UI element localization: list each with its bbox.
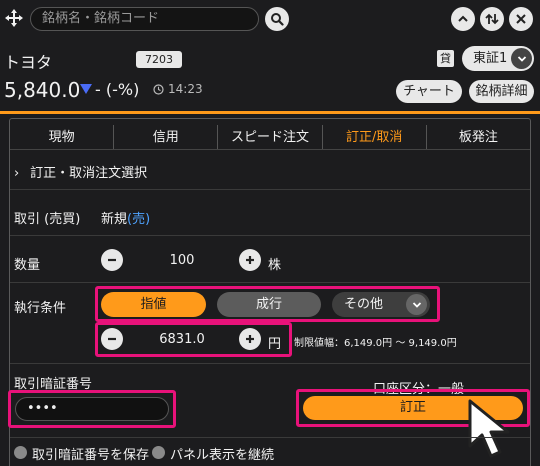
order-select-toggle[interactable]: › 訂正・取消注文選択 [14,162,147,181]
chart-button[interactable]: チャート [396,80,462,103]
trade-value: 新規(売) [101,208,150,227]
market-order-option[interactable]: 成行 [217,292,321,317]
price-range: 制限値幅：6,149.0円 〜 9,149.0円 [294,338,457,349]
tab-board-order[interactable]: 板発注 [427,125,530,149]
chevron-right-icon: › [14,166,20,181]
cursor-pointer-icon [468,399,510,458]
divider [10,282,530,283]
divider [10,235,530,236]
minus-icon [108,337,116,341]
quantity-decrement-button[interactable] [101,249,123,271]
stock-code-badge: 7203 [136,51,182,68]
save-password-radio[interactable] [14,446,27,459]
condition-dropdown-button[interactable] [406,294,427,315]
update-time: 14:23 [168,82,203,96]
divider [10,189,530,190]
swap-arrows-icon [485,13,499,25]
keep-panel-label: パネル表示を継続 [170,448,275,463]
quantity-unit: 株 [268,258,282,273]
tab-genbutsu[interactable]: 現物 [10,125,115,149]
trade-type: 新規 [101,212,128,227]
limit-order-option[interactable]: 指値 [101,292,206,317]
section-title: 訂正・取消注文選択 [30,166,148,181]
quantity-label: 数量 [14,258,41,273]
chevron-down-icon [517,55,526,62]
price-increment-button[interactable] [239,328,261,350]
save-password-label: 取引暗証番号を保存 [32,448,150,463]
market-dropdown-button[interactable] [511,48,532,69]
search-icon [271,13,284,26]
trade-side: (売) [127,212,151,227]
tab-speed-order[interactable]: スピード注文 [218,125,323,149]
trade-label: 取引 (売買) [14,212,81,227]
quantity-increment-button[interactable] [239,249,261,271]
divider [10,437,530,438]
clock-icon [153,84,164,95]
tab-shinyo[interactable]: 信用 [114,125,219,149]
current-price: 5,840.0 [4,78,81,102]
password-input[interactable]: •••• [15,397,169,421]
price-decrement-button[interactable] [101,328,123,350]
accent-rule [0,111,540,114]
price-unit: 円 [268,337,282,352]
quantity-input[interactable]: 100 [128,253,236,268]
price-change: - (-%) [95,80,140,99]
keep-panel-radio[interactable] [152,446,165,459]
search-button[interactable] [265,7,289,31]
swap-button[interactable] [480,7,504,31]
move-icon[interactable] [4,8,24,28]
limit-price-input[interactable]: 6831.0 [128,332,236,347]
tab-correct-cancel[interactable]: 訂正/取消 [323,125,427,149]
chevron-up-icon [458,15,468,22]
divider [10,363,530,364]
plus-icon [246,256,254,264]
close-button[interactable] [509,7,533,31]
close-icon [516,14,526,24]
order-tabs: 現物 信用 スピード注文 訂正/取消 板発注 [10,125,530,150]
condition-label: 執行条件 [14,301,67,316]
stock-name: トヨタ [4,53,53,72]
down-arrow-icon [80,84,92,94]
detail-button[interactable]: 銘柄詳細 [469,80,534,103]
plus-icon [246,335,254,343]
lendable-badge: 貸 [437,50,454,67]
minus-icon [108,258,116,262]
chevron-down-icon [412,301,421,308]
collapse-button[interactable] [451,7,475,31]
search-input[interactable]: 銘柄名・銘柄コード [30,7,259,31]
